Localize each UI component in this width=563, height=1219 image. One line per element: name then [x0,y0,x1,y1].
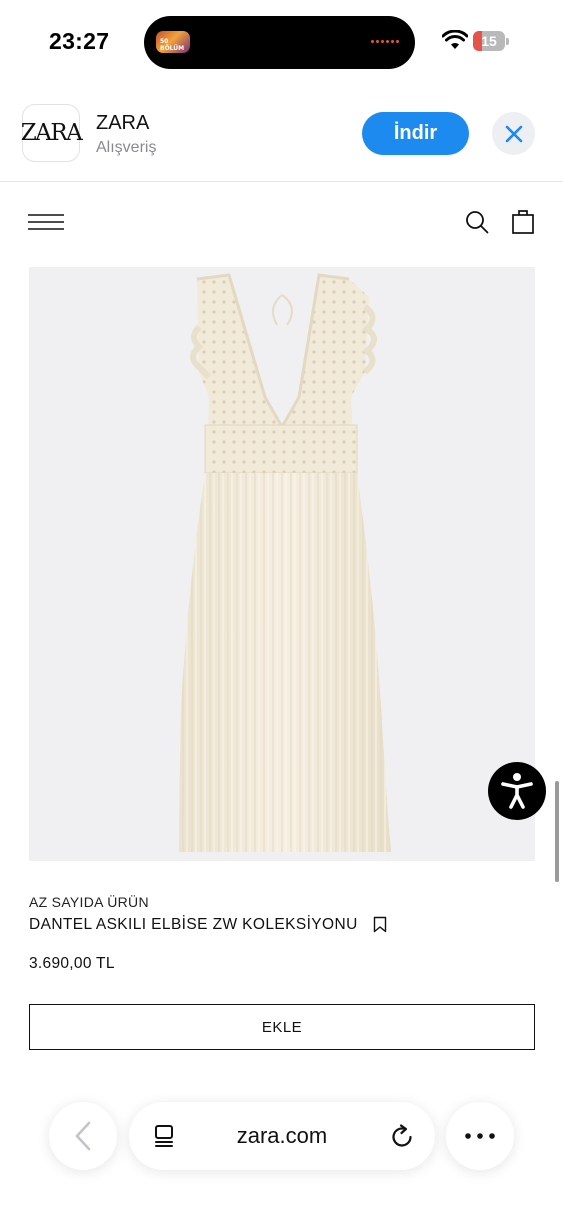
more-dots-icon [465,1133,495,1139]
browser-toolbar: zara.com [0,1090,563,1190]
product-price: 3.690,00 TL [29,955,115,972]
product-name: DANTEL ASKILI ELBİSE ZW KOLEKSİYONU [29,916,358,933]
accessibility-icon [501,773,533,809]
hamburger-icon[interactable] [28,213,64,231]
bookmark-icon[interactable] [373,916,387,933]
smart-app-banner: ZARA ZARA Alışveriş İndir [0,84,563,182]
chevron-left-icon [75,1121,91,1151]
search-icon[interactable] [465,210,489,234]
shopping-bag-icon[interactable] [511,208,535,234]
app-icon[interactable]: ZARA [21,104,83,162]
close-banner-button[interactable] [492,112,535,155]
site-header [0,183,563,263]
app-category: Alışveriş [96,139,157,156]
install-button[interactable]: İndir [362,112,469,155]
url-text[interactable]: zara.com [189,1123,375,1149]
battery-level: 15 [481,33,497,49]
reload-icon[interactable] [389,1123,415,1149]
more-options-button[interactable] [446,1102,514,1170]
stock-note: AZ SAYIDA ÜRÜN [29,894,149,910]
recording-indicator [371,40,399,43]
page-menu-icon[interactable] [152,1124,176,1148]
battery-icon: 15 [473,31,509,51]
status-bar: 23:27 50 BÖLÜM 15 [0,0,563,84]
status-time: 23:27 [49,28,110,54]
dynamic-island[interactable]: 50 BÖLÜM [144,16,415,69]
now-playing-thumbnail: 50 BÖLÜM [156,31,190,53]
address-bar[interactable]: zara.com [129,1102,435,1170]
add-to-cart-button[interactable]: EKLE [29,1004,535,1050]
close-icon [505,125,522,142]
scrollbar[interactable] [555,781,559,882]
dress-illustration [179,273,391,852]
app-name: ZARA [96,112,150,134]
accessibility-button[interactable] [488,762,546,820]
wifi-icon [442,30,468,49]
product-image[interactable] [29,267,535,861]
now-playing-thumbnail-label: 50 BÖLÜM [160,38,185,52]
back-button[interactable] [49,1102,117,1170]
